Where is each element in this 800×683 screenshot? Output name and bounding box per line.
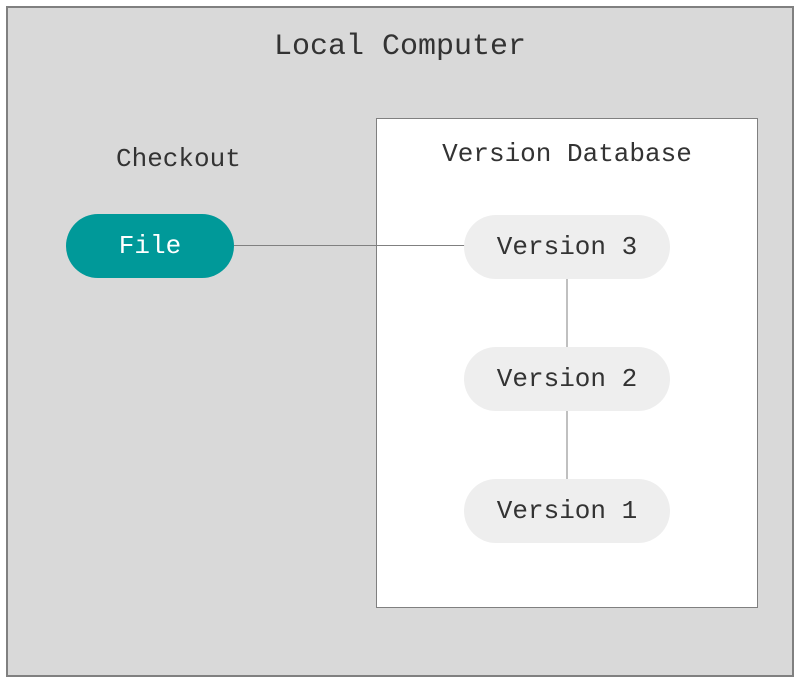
version-database-title: Version Database [377,139,757,169]
version-3-label: Version 3 [497,232,637,262]
checkout-label: Checkout [116,144,241,174]
connector-v3-to-v2 [567,279,568,347]
connector-file-to-version3 [234,245,466,246]
version-2-pill: Version 2 [464,347,670,411]
connector-v2-to-v1 [567,411,568,479]
version-1-label: Version 1 [497,496,637,526]
file-pill-label: File [119,231,181,261]
version-3-pill: Version 3 [464,215,670,279]
version-1-pill: Version 1 [464,479,670,543]
local-computer-container: Local Computer Checkout File Version Dat… [6,6,794,677]
diagram-title: Local Computer [8,30,792,64]
version-2-label: Version 2 [497,364,637,394]
file-pill: File [66,214,234,278]
version-database-container: Version Database Version 3 Version 2 Ver… [376,118,758,608]
